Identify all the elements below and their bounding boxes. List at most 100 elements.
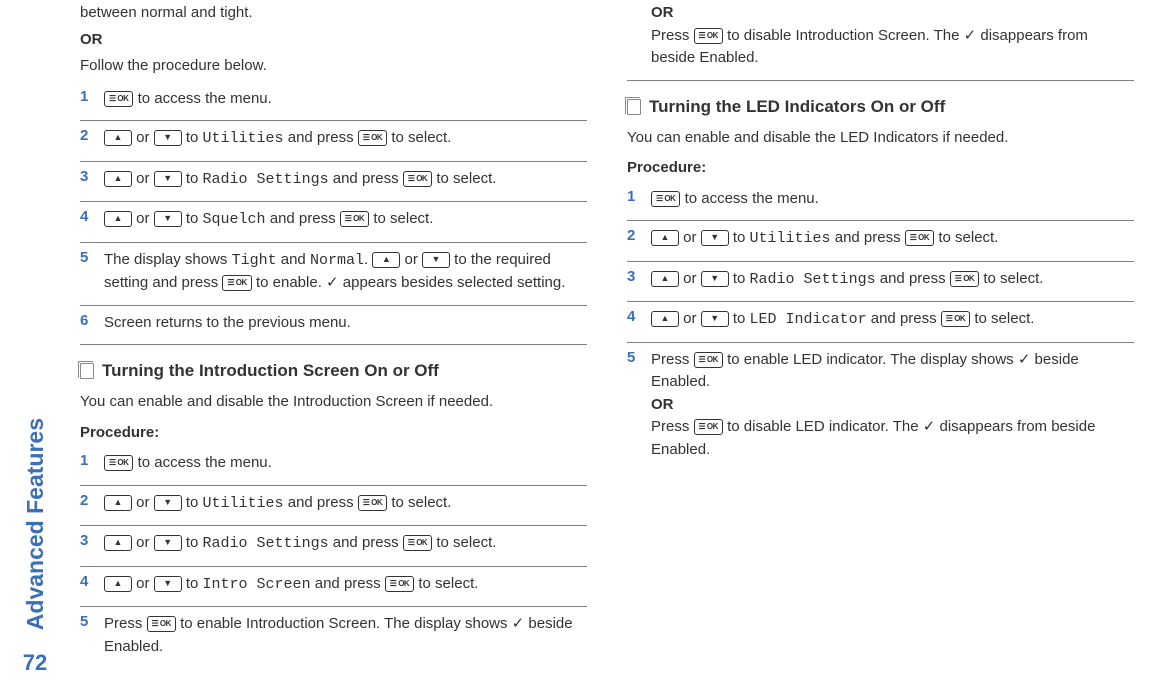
up-arrow-icon: [104, 130, 132, 146]
led-step-2: 2 or to Utilities and press to select.: [627, 221, 1134, 262]
text: and press: [284, 129, 358, 146]
document-icon: [80, 363, 94, 379]
step-text: or to LED Indicator and press to select.: [651, 308, 1134, 332]
text: to select.: [387, 494, 451, 511]
text: to: [182, 494, 203, 511]
down-arrow-icon: [154, 130, 182, 146]
menu-name: Intro Screen: [203, 576, 311, 593]
step-text: or to Radio Settings and press to select…: [104, 532, 587, 556]
ok-button-icon: [358, 130, 387, 146]
text: to select.: [432, 170, 496, 187]
ok-button-icon: [651, 191, 680, 207]
intro-text: between normal and tight.: [80, 2, 587, 25]
up-arrow-icon: [104, 211, 132, 227]
document-icon: [627, 99, 641, 115]
procedure-label: Procedure:: [627, 157, 1134, 180]
text: to: [182, 534, 203, 551]
text: and press: [329, 534, 403, 551]
ok-button-icon: [104, 91, 133, 107]
intro-step-1: 1 to access the menu.: [80, 446, 587, 486]
step-4: 4 or to Squelch and press to select.: [80, 202, 587, 243]
step-number: 6: [80, 312, 94, 329]
step-text: or to Radio Settings and press to select…: [104, 168, 587, 192]
text: to: [182, 129, 203, 146]
text: and press: [284, 494, 358, 511]
text: .: [364, 251, 372, 268]
intro-step-4: 4 or to Intro Screen and press to select…: [80, 567, 587, 608]
led-step-4: 4 or to LED Indicator and press to selec…: [627, 302, 1134, 343]
menu-name: Radio Settings: [750, 271, 876, 288]
step-number: 4: [627, 308, 641, 325]
text: to: [182, 210, 203, 227]
text: or: [679, 229, 701, 246]
step-text: or to Utilities and press to select.: [104, 127, 587, 151]
text: to select.: [979, 270, 1043, 287]
step-text: or to Utilities and press to select.: [104, 492, 587, 516]
text: and press: [311, 575, 385, 592]
up-arrow-icon: [104, 576, 132, 592]
text: to: [182, 170, 203, 187]
text: Press: [651, 351, 694, 368]
text: to: [729, 270, 750, 287]
menu-name: Normal: [310, 252, 364, 269]
text: to select.: [369, 210, 433, 227]
text: and: [277, 251, 310, 268]
section-description: You can enable and disable the Introduct…: [80, 391, 587, 414]
or-label: OR: [651, 396, 674, 413]
step-text: or to Squelch and press to select.: [104, 208, 587, 232]
menu-name: Utilities: [750, 230, 831, 247]
step-5: 5 The display shows Tight and Normal. or…: [80, 243, 587, 306]
up-arrow-icon: [651, 271, 679, 287]
text: to access the menu.: [133, 454, 271, 471]
text: to: [729, 229, 750, 246]
ok-button-icon: [694, 352, 723, 368]
page-number: 72: [23, 650, 47, 676]
menu-name: Radio Settings: [203, 171, 329, 188]
down-arrow-icon: [154, 171, 182, 187]
text: and press: [876, 270, 950, 287]
step-text: or to Intro Screen and press to select.: [104, 573, 587, 597]
text: to select.: [970, 310, 1034, 327]
ok-button-icon: [950, 271, 979, 287]
step-number: 4: [80, 208, 94, 225]
intro-step-2: 2 or to Utilities and press to select.: [80, 486, 587, 527]
step-text: Press to enable Introduction Screen. The…: [104, 613, 587, 658]
text: to access the menu.: [680, 190, 818, 207]
up-arrow-icon: [104, 171, 132, 187]
text: or: [132, 210, 154, 227]
ok-button-icon: [403, 535, 432, 551]
text: or: [132, 575, 154, 592]
left-column: between normal and tight. OR Follow the …: [80, 2, 587, 668]
down-arrow-icon: [154, 535, 182, 551]
text: Press: [104, 615, 147, 632]
text: to: [182, 575, 203, 592]
intro-step-3: 3 or to Radio Settings and press to sele…: [80, 526, 587, 567]
step-number: 2: [627, 227, 641, 244]
step-number: 3: [80, 532, 94, 549]
text: to access the menu.: [133, 90, 271, 107]
up-arrow-icon: [104, 495, 132, 511]
text: or: [132, 534, 154, 551]
up-arrow-icon: [104, 535, 132, 551]
down-arrow-icon: [701, 230, 729, 246]
down-arrow-icon: [701, 271, 729, 287]
step-number: 5: [627, 349, 641, 366]
step-number: 5: [80, 249, 94, 266]
down-arrow-icon: [154, 495, 182, 511]
step-6: 6 Screen returns to the previous menu.: [80, 306, 587, 346]
down-arrow-icon: [154, 211, 182, 227]
step-number: 2: [80, 127, 94, 144]
step-2: 2 or to Utilities and press to select.: [80, 121, 587, 162]
section-description: You can enable and disable the LED Indic…: [627, 127, 1134, 150]
text: and press: [831, 229, 905, 246]
text: to select.: [934, 229, 998, 246]
step-number: 5: [80, 613, 94, 630]
ok-button-icon: [147, 616, 176, 632]
ok-button-icon: [358, 495, 387, 511]
ok-button-icon: [222, 275, 251, 291]
down-arrow-icon: [154, 576, 182, 592]
text: and press: [266, 210, 340, 227]
ok-button-icon: [694, 419, 723, 435]
text: and press: [329, 170, 403, 187]
text: to select.: [432, 534, 496, 551]
